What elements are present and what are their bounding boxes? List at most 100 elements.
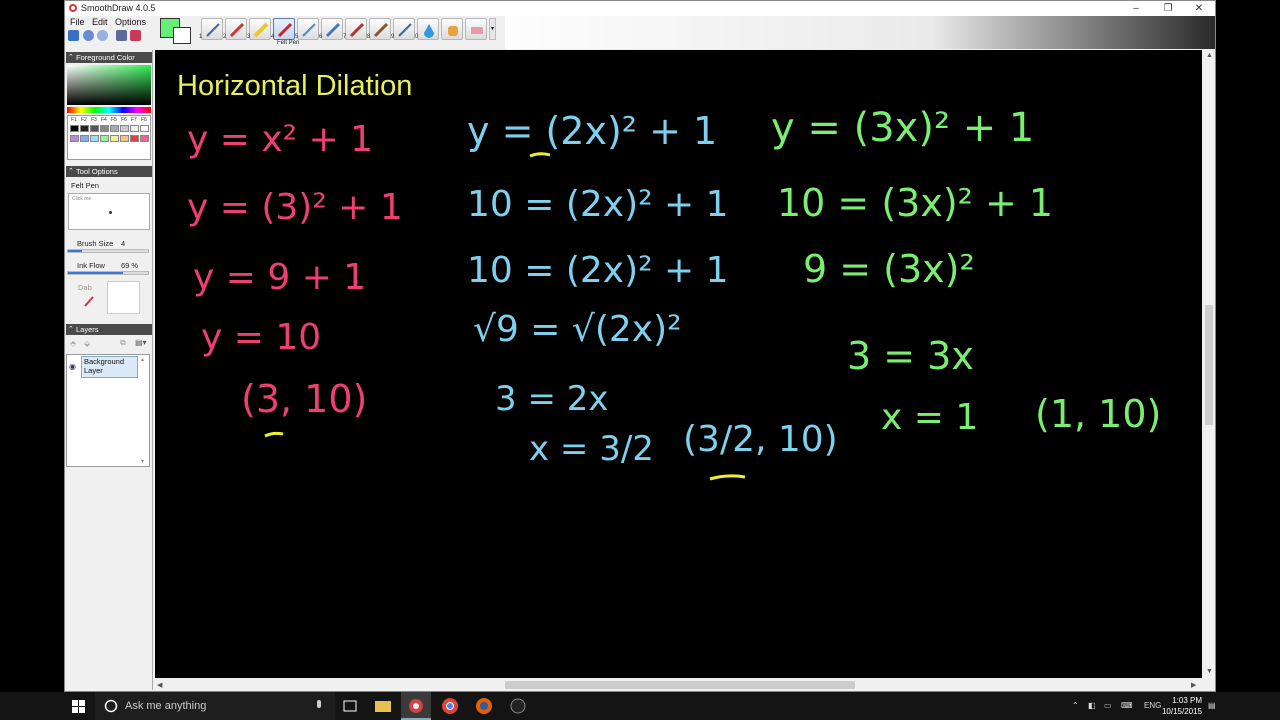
pen-tool-8[interactable]: 8: [367, 18, 391, 40]
palette-swatch[interactable]: [70, 125, 79, 132]
language-indicator[interactable]: ENG: [1144, 701, 1161, 710]
task-view-icon[interactable]: [342, 697, 360, 715]
message-icon[interactable]: ▭: [1104, 701, 1112, 710]
airbrush-icon: [302, 23, 316, 37]
notifications-icon[interactable]: ▤: [1208, 701, 1216, 710]
water-icon: [398, 23, 412, 37]
firefox-icon[interactable]: [475, 697, 493, 715]
dab-preview[interactable]: [107, 281, 140, 314]
start-icon[interactable]: [72, 700, 85, 713]
undo-icon[interactable]: [83, 30, 94, 41]
pen-tool-eraser[interactable]: [465, 18, 487, 40]
pen-tool-4-active[interactable]: 4: [271, 18, 295, 40]
decorative-banner: [505, 16, 1215, 49]
felt-pen-icon: [277, 22, 293, 38]
hue-slider[interactable]: [67, 107, 151, 113]
ink-flow-fill: [68, 272, 124, 274]
chrome-icon[interactable]: [441, 697, 459, 715]
layer-item[interactable]: Background Layer: [81, 356, 138, 378]
eye-icon[interactable]: ◉: [69, 362, 76, 371]
pen-number: 6: [319, 34, 323, 40]
pen-tool-7[interactable]: 7: [343, 18, 367, 40]
layers-header[interactable]: Layers: [66, 324, 152, 335]
palette-swatch[interactable]: [80, 135, 89, 142]
search-box[interactable]: Ask me anything: [95, 692, 335, 720]
vertical-scrollbar[interactable]: ▲ ▼: [1203, 50, 1215, 678]
palette-swatch[interactable]: [70, 135, 79, 142]
page-icon[interactable]: [116, 30, 127, 41]
palette-swatch[interactable]: [140, 135, 149, 142]
tool-options-header[interactable]: Tool Options: [66, 166, 152, 177]
scroll-right-arrow[interactable]: ▶: [1191, 681, 1196, 689]
brush-size-fill: [68, 250, 83, 252]
scroll-up-arrow[interactable]: ▲: [1206, 52, 1213, 59]
drop-icon: [424, 24, 434, 38]
underline-3: [264, 431, 284, 438]
palette-label: F5: [111, 117, 117, 123]
menu-file[interactable]: File: [70, 17, 85, 27]
palette-swatch[interactable]: [110, 135, 119, 142]
palette-swatch[interactable]: [130, 125, 139, 132]
color-picker-field[interactable]: [67, 65, 151, 105]
palette-swatch[interactable]: [80, 125, 89, 132]
file-explorer-icon[interactable]: [374, 697, 392, 715]
layer-up-icon[interactable]: ⬘: [70, 339, 76, 348]
layer-new-icon[interactable]: ⧉: [120, 338, 126, 348]
camera-icon[interactable]: [130, 30, 141, 41]
pen-tool-3[interactable]: 3: [247, 18, 271, 40]
palette-swatch[interactable]: [120, 135, 129, 142]
palette-swatch[interactable]: [120, 125, 129, 132]
menu-edit[interactable]: Edit: [92, 17, 108, 27]
network-icon[interactable]: ◧: [1088, 701, 1096, 710]
layer-menu-icon[interactable]: ▤▾: [135, 338, 147, 347]
scroll-up-icon[interactable]: ▴: [141, 356, 144, 363]
close-button[interactable]: ✕: [1184, 1, 1214, 16]
system-clock[interactable]: 1:03 PM 10/15/2015: [1162, 695, 1202, 717]
palette-swatch[interactable]: [110, 125, 119, 132]
pen-tool-hand[interactable]: [441, 18, 463, 40]
palette-swatch[interactable]: [100, 125, 109, 132]
palette-swatch[interactable]: [100, 135, 109, 142]
pen-tool-0[interactable]: 0: [415, 18, 439, 40]
app-icon[interactable]: [509, 697, 527, 715]
window-title: SmoothDraw 4.0.5: [81, 3, 156, 13]
pen-tool-6[interactable]: 6: [319, 18, 343, 40]
keyboard-icon[interactable]: ⌨: [1121, 701, 1133, 710]
layer-down-icon[interactable]: ⬙: [84, 339, 90, 348]
palette-swatch[interactable]: [130, 135, 139, 142]
foreground-color-header[interactable]: Foreground Color: [66, 52, 152, 63]
save-icon[interactable]: [68, 30, 79, 41]
dropper-icon[interactable]: [83, 294, 95, 308]
microphone-icon[interactable]: [315, 699, 323, 713]
brush-preview[interactable]: Click me: [68, 193, 150, 230]
drawing-canvas[interactable]: Horizontal Dilation y = x² + 1 y = (3)² …: [155, 50, 1202, 678]
ink-flow-slider[interactable]: [67, 271, 149, 275]
maximize-button[interactable]: ❐: [1153, 1, 1183, 16]
scroll-down-icon[interactable]: ▾: [141, 458, 144, 465]
horizontal-scrollbar[interactable]: ◀ ▶: [155, 679, 1203, 691]
smoothdraw-taskbar-button[interactable]: [401, 692, 431, 720]
palette-swatch[interactable]: [90, 135, 99, 142]
brush-size-slider[interactable]: [67, 249, 149, 253]
eraser-icon: [471, 27, 483, 34]
tray-chevron-icon[interactable]: ⌃: [1072, 701, 1079, 710]
vertical-scroll-thumb[interactable]: [1205, 305, 1213, 425]
pen-dropdown-button[interactable]: ▾: [489, 18, 496, 40]
pen-tool-1[interactable]: 1: [199, 18, 223, 40]
redo-icon[interactable]: [97, 30, 108, 41]
minimize-button[interactable]: –: [1121, 1, 1151, 16]
scroll-down-arrow[interactable]: ▼: [1206, 668, 1213, 675]
background-color-swatch[interactable]: [173, 27, 191, 44]
menu-options[interactable]: Options: [115, 17, 146, 27]
palette-label: F4: [101, 117, 107, 123]
pen-tool-2[interactable]: 2: [223, 18, 247, 40]
horizontal-scroll-thumb[interactable]: [505, 681, 855, 689]
palette-label: F3: [91, 117, 97, 123]
pen-tool-9[interactable]: 9: [391, 18, 415, 40]
hand-icon: [448, 26, 458, 36]
pen-tool-5[interactable]: 5: [295, 18, 319, 40]
scroll-left-arrow[interactable]: ◀: [157, 681, 162, 689]
palette-swatch[interactable]: [140, 125, 149, 132]
clock-date: 10/15/2015: [1161, 707, 1202, 716]
palette-swatch[interactable]: [90, 125, 99, 132]
